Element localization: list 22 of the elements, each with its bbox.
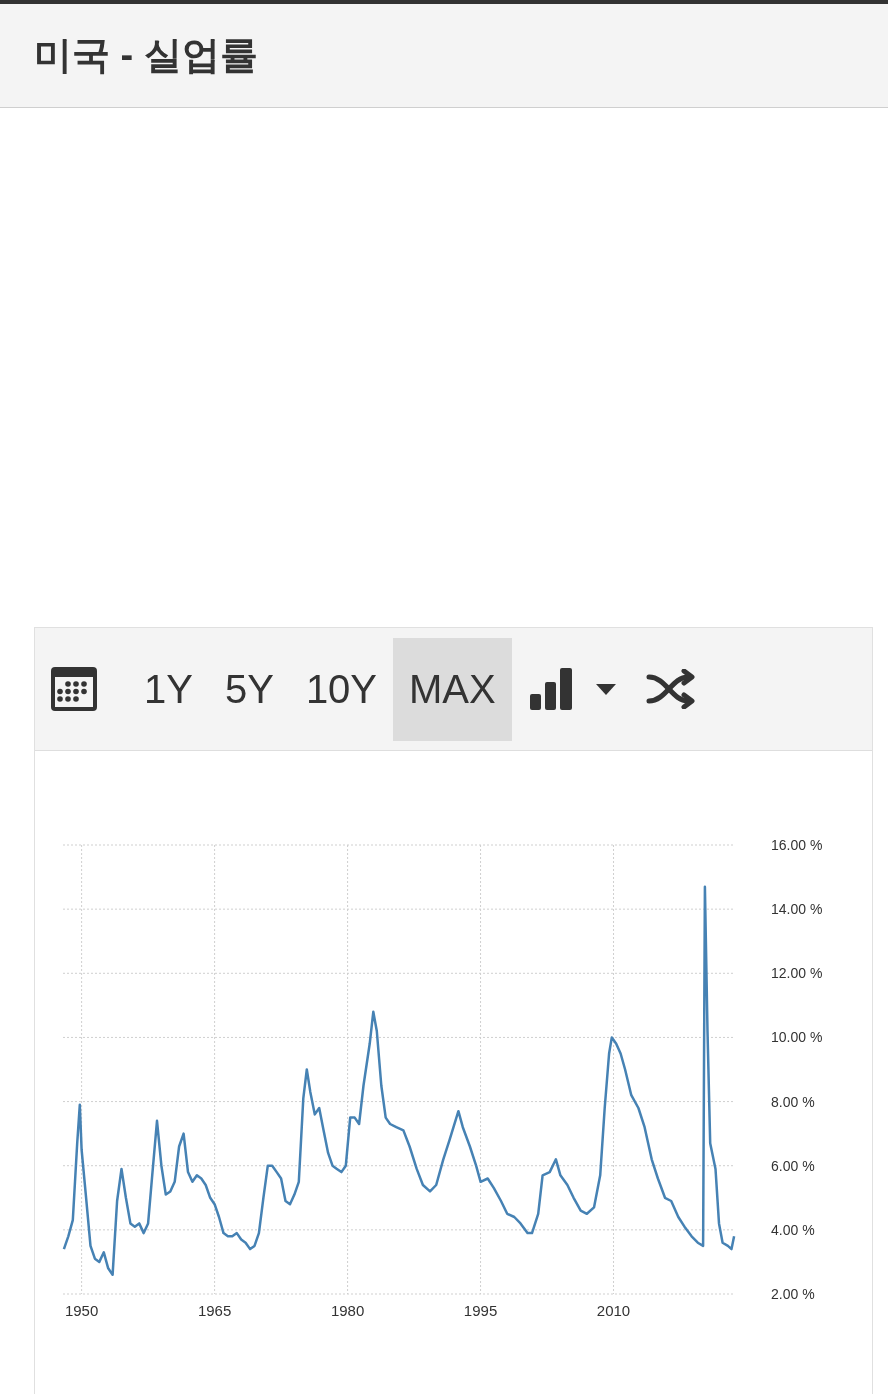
x-axis-label: 2010 bbox=[596, 1302, 631, 1319]
page-title: 미국 - 실업률 bbox=[34, 33, 258, 78]
y-axis-label: 6.00 % bbox=[771, 1157, 815, 1174]
y-axis-label: 14.00 % bbox=[771, 901, 823, 918]
x-axis-label: 1950 bbox=[64, 1302, 99, 1319]
range-tab[interactable]: 10Y bbox=[289, 637, 394, 741]
y-axis-label: 2.00 % bbox=[771, 1286, 815, 1302]
y-axis-label: 8.00 % bbox=[771, 1093, 815, 1110]
y-axis-label: 16.00 % bbox=[771, 837, 823, 853]
y-axis-label: 12.00 % bbox=[771, 965, 823, 982]
range-tab[interactable]: 5Y bbox=[208, 637, 290, 741]
range-tab[interactable]: MAX bbox=[393, 637, 512, 741]
y-axis-label: 4.00 % bbox=[771, 1221, 815, 1238]
caret-icon[interactable] bbox=[595, 683, 616, 695]
bar-chart-icon[interactable] bbox=[529, 668, 572, 710]
x-axis-label: 1995 bbox=[463, 1302, 498, 1319]
shuffle-icon[interactable] bbox=[645, 669, 696, 709]
y-axis-label: 10.00 % bbox=[771, 1029, 823, 1046]
x-axis-label: 1965 bbox=[197, 1302, 232, 1319]
calendar-icon[interactable] bbox=[50, 665, 98, 713]
range-tab[interactable]: 1Y bbox=[128, 637, 209, 741]
x-axis-label: 1980 bbox=[330, 1302, 365, 1319]
